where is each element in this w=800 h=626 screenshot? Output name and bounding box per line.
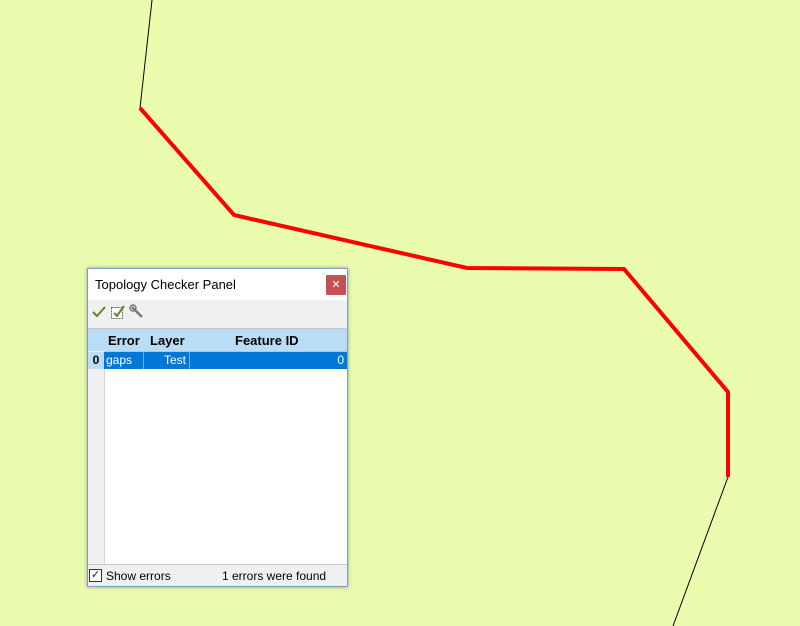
table-header: Error Layer Feature ID <box>104 329 347 352</box>
errors-table: Error Layer Feature ID 0 gaps Test 0 <box>88 328 347 565</box>
panel-titlebar: Topology Checker Panel ✕ <box>88 269 347 300</box>
boundary-line-top <box>139 0 153 109</box>
validate-all-icon[interactable] <box>91 304 107 320</box>
table-corner <box>88 329 104 351</box>
configure-rules-icon[interactable] <box>129 304 145 320</box>
column-header-layer[interactable]: Layer <box>150 333 185 348</box>
errors-summary: 1 errors were found <box>222 569 327 583</box>
boundary-line-bottom <box>672 476 729 626</box>
close-icon[interactable]: ✕ <box>326 275 346 295</box>
column-header-error[interactable]: Error <box>108 333 140 348</box>
panel-toolbar <box>88 300 347 326</box>
show-errors-label[interactable]: Show errors <box>106 569 171 583</box>
status-bar: ✓ Show errors 1 errors were found <box>88 565 347 586</box>
row-header[interactable]: 0 <box>88 352 104 369</box>
column-header-feature-id[interactable]: Feature ID <box>235 333 299 348</box>
table-row[interactable]: gaps Test 0 <box>104 352 347 369</box>
row-header-column: 0 <box>88 351 105 564</box>
cell-layer[interactable]: Test <box>145 352 190 369</box>
show-errors-checkbox[interactable]: ✓ <box>89 569 102 582</box>
cell-error[interactable]: gaps <box>104 352 144 369</box>
validate-extent-icon[interactable] <box>110 304 126 320</box>
cell-feature-id[interactable]: 0 <box>191 352 345 369</box>
topology-checker-panel: Topology Checker Panel ✕ Error Layer Fea… <box>87 268 348 587</box>
panel-title: Topology Checker Panel <box>95 277 236 292</box>
